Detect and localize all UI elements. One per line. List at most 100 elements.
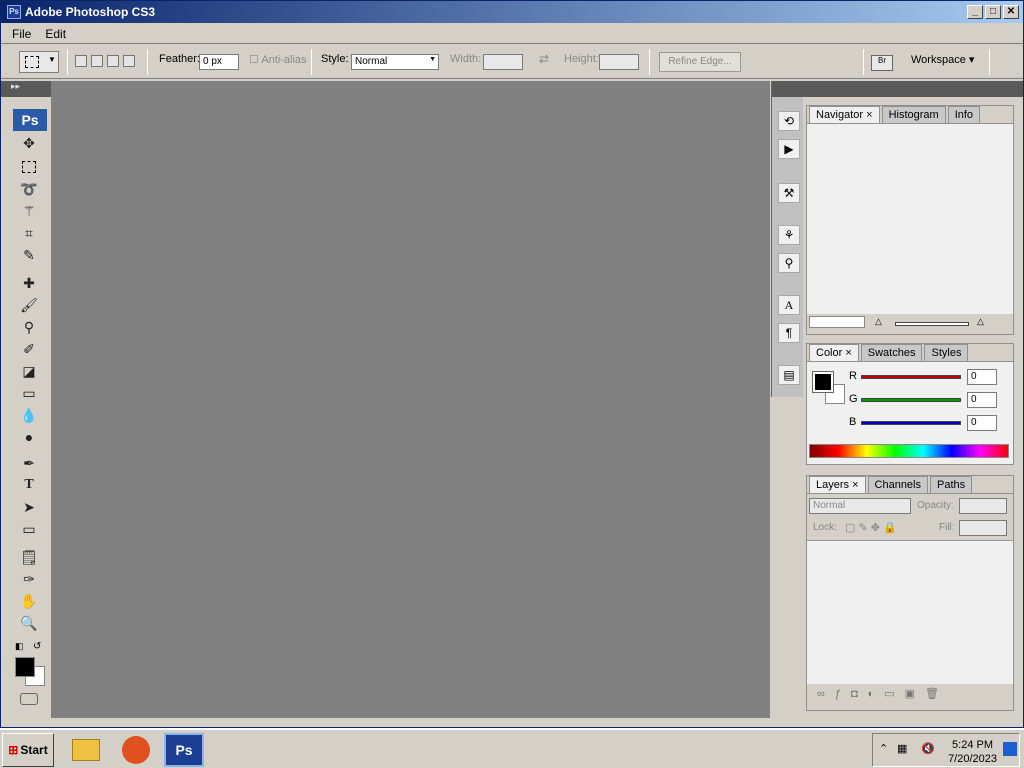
history-brush-tool-icon[interactable]: ✐ xyxy=(18,339,40,359)
intersect-selection-button[interactable] xyxy=(123,55,135,67)
feather-input[interactable]: 0 px xyxy=(199,54,239,70)
minimize-button[interactable]: _ xyxy=(967,5,983,19)
channel-r-label: R xyxy=(849,370,857,382)
tab-channels[interactable]: Channels xyxy=(867,476,928,493)
network-icon[interactable]: ▦ xyxy=(897,742,907,755)
dock-header[interactable] xyxy=(772,81,803,97)
start-button[interactable]: ⊞ Start xyxy=(2,733,54,767)
tab-color[interactable]: Color × xyxy=(809,344,859,361)
navigator-zoom-row: △ △ xyxy=(807,314,1013,332)
antialias-checkbox[interactable]: ☐ Anti-alias xyxy=(249,53,307,66)
height-input[interactable] xyxy=(599,54,639,70)
notes-tool-icon[interactable]: 🗒 xyxy=(18,547,40,567)
style-value: Normal xyxy=(355,56,388,67)
channel-b-input[interactable]: 0 xyxy=(967,415,997,431)
magic-wand-tool-icon[interactable]: ⚚ xyxy=(18,201,40,221)
panels-header[interactable] xyxy=(803,81,1023,97)
default-colors-icon[interactable]: ◧ xyxy=(15,641,24,652)
zoom-slider[interactable] xyxy=(895,322,969,326)
zoom-field[interactable] xyxy=(809,316,865,328)
paragraph-icon[interactable]: ¶ xyxy=(778,323,800,343)
menu-file[interactable]: File xyxy=(5,27,38,41)
zoom-tool-icon[interactable]: 🔍 xyxy=(18,613,40,633)
tab-paths[interactable]: Paths xyxy=(930,476,973,493)
crop-tool-icon[interactable]: ⌗ xyxy=(18,223,40,243)
layer-comps-icon[interactable]: ▤ xyxy=(778,365,800,385)
brush-tool-icon[interactable]: 🖌 xyxy=(18,295,40,315)
paint-icon[interactable] xyxy=(116,733,156,767)
history-icon[interactable]: ⟲ xyxy=(778,111,800,131)
style-select[interactable]: Normal ▼ xyxy=(351,54,439,70)
marquee-tool-icon[interactable] xyxy=(18,157,40,177)
fill-input[interactable] xyxy=(959,520,1007,536)
swap-icon[interactable]: ⇄ xyxy=(539,52,549,66)
tab-layers[interactable]: Layers × xyxy=(809,476,866,493)
channel-g-input[interactable]: 0 xyxy=(967,392,997,408)
pen-tool-icon[interactable]: ✒ xyxy=(18,453,40,473)
explorer-icon[interactable] xyxy=(66,733,106,767)
tool-presets-icon[interactable]: ⚒ xyxy=(778,183,800,203)
toolbox-header[interactable]: ▸▸ xyxy=(1,81,51,97)
color-ramp[interactable] xyxy=(809,444,1009,458)
hand-tool-icon[interactable]: ✋ xyxy=(18,591,40,611)
chevron-up-icon[interactable]: ⌃ xyxy=(879,742,888,755)
windows-logo-icon: ⊞ xyxy=(8,743,19,757)
close-button[interactable]: ✕ xyxy=(1003,5,1019,19)
system-tray: ⌃ ▦ 🔇 5:24 PM 7/20/2023 xyxy=(872,733,1020,767)
tab-swatches[interactable]: Swatches xyxy=(860,344,923,361)
bridge-icon[interactable]: Br xyxy=(871,55,893,71)
lock-icons[interactable]: ▢ ✎ ✥ 🔒 xyxy=(845,521,897,534)
refine-edge-button[interactable]: Refine Edge... xyxy=(659,52,741,72)
tab-info[interactable]: Info xyxy=(947,106,981,123)
gradient-tool-icon[interactable]: ▭ xyxy=(18,383,40,403)
channel-b-slider[interactable] xyxy=(861,421,961,425)
eyedropper-tool-icon[interactable]: ✑ xyxy=(18,569,40,589)
healing-brush-tool-icon[interactable]: ✚ xyxy=(18,273,40,293)
volume-muted-icon[interactable]: 🔇 xyxy=(921,742,935,755)
opacity-input[interactable] xyxy=(959,498,1007,514)
shape-tool-icon[interactable]: ▭ xyxy=(18,519,40,539)
slice-tool-icon[interactable]: ✎ xyxy=(18,245,40,265)
type-tool-icon[interactable]: T xyxy=(18,475,40,495)
brushes-icon[interactable]: ⚘ xyxy=(778,225,800,245)
character-icon[interactable]: A xyxy=(778,295,800,315)
new-selection-button[interactable] xyxy=(75,55,87,67)
tool-preset-picker[interactable]: ▼ xyxy=(19,51,59,73)
menu-edit[interactable]: Edit xyxy=(38,27,73,41)
blur-tool-icon[interactable]: 💧 xyxy=(18,405,40,425)
layers-footer-buttons[interactable]: ∞ƒ◘◐▭▣🗑 xyxy=(807,684,1013,706)
eraser-tool-icon[interactable]: ◪ xyxy=(18,361,40,381)
foreground-color-swatch[interactable] xyxy=(15,657,35,677)
zoom-in-icon[interactable]: △ xyxy=(977,316,984,327)
clone-stamp-tool-icon[interactable]: ⚲ xyxy=(18,317,40,337)
channel-r-input[interactable]: 0 xyxy=(967,369,997,385)
workspace-menu[interactable]: Workspace ▾ xyxy=(911,53,974,66)
panel-column: Navigator × Histogram Info △ △ Color × S… xyxy=(803,81,1023,718)
clone-source-icon[interactable]: ⚲ xyxy=(778,253,800,273)
dodge-tool-icon[interactable]: ● xyxy=(18,427,40,447)
photoshop-taskbar-icon[interactable]: Ps xyxy=(164,733,204,767)
clock[interactable]: 5:24 PM 7/20/2023 xyxy=(948,738,997,766)
move-tool-icon[interactable]: ✥ xyxy=(18,133,40,153)
canvas-area[interactable] xyxy=(52,81,770,718)
tab-histogram[interactable]: Histogram xyxy=(881,106,946,123)
channel-r-slider[interactable] xyxy=(861,375,961,379)
quick-mask-icon[interactable] xyxy=(20,693,38,705)
fg-color-chip[interactable] xyxy=(812,371,834,393)
width-input[interactable] xyxy=(483,54,523,70)
channel-g-slider[interactable] xyxy=(861,398,961,402)
maximize-button[interactable]: □ xyxy=(985,5,1001,19)
layers-list[interactable] xyxy=(807,540,1013,684)
path-selection-tool-icon[interactable]: ➤ xyxy=(18,497,40,517)
add-selection-button[interactable] xyxy=(91,55,103,67)
lasso-tool-icon[interactable]: ➰ xyxy=(18,179,40,199)
swap-colors-icon[interactable]: ↺ xyxy=(33,641,41,652)
show-desktop-icon[interactable] xyxy=(1003,742,1017,756)
actions-icon[interactable]: ▶ xyxy=(778,139,800,159)
subtract-selection-button[interactable] xyxy=(107,55,119,67)
blend-mode-select[interactable]: Normal xyxy=(809,498,911,514)
title-bar[interactable]: Ps Adobe Photoshop CS3 _ □ ✕ xyxy=(1,1,1023,23)
zoom-out-icon[interactable]: △ xyxy=(875,316,882,327)
tab-styles[interactable]: Styles xyxy=(924,344,969,361)
tab-navigator[interactable]: Navigator × xyxy=(809,106,880,123)
